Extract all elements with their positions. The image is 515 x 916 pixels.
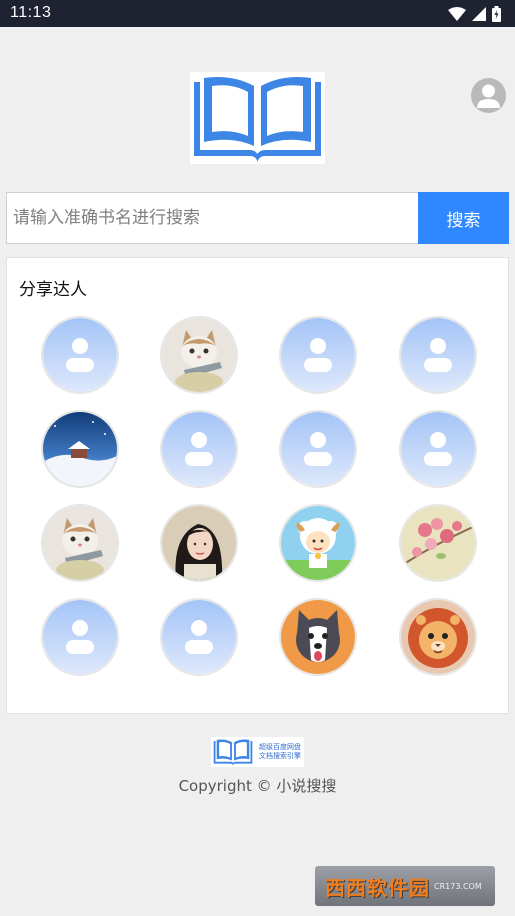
status-time: 11:13 (10, 4, 52, 21)
open-book-icon (194, 77, 321, 162)
user-avatar-snow[interactable] (41, 410, 119, 488)
user-avatar-default[interactable] (41, 316, 119, 394)
user-avatar-default[interactable] (160, 410, 238, 488)
user-avatar-husky[interactable] (279, 598, 357, 676)
user-avatar-button[interactable] (471, 78, 506, 113)
footer-logo-caption: 文档搜索引擎 (259, 752, 301, 760)
user-avatar-default[interactable] (279, 316, 357, 394)
user-avatar-default[interactable] (160, 598, 238, 676)
user-avatar-default[interactable] (279, 410, 357, 488)
user-avatar-cat[interactable] (41, 504, 119, 582)
user-avatar-lion[interactable] (399, 598, 477, 676)
wifi-icon (448, 6, 466, 21)
user-avatar-default[interactable] (41, 598, 119, 676)
status-bar: 11:13 (0, 0, 515, 27)
footer-logo: 超级百度网盘 文档搜索引擎 (211, 737, 304, 767)
search-input[interactable] (6, 192, 418, 244)
watermark-sub: CR173.COM (434, 881, 482, 891)
battery-icon (492, 5, 501, 22)
user-avatar-flower[interactable] (399, 504, 477, 582)
user-avatar-default[interactable] (399, 316, 477, 394)
user-avatar-cat[interactable] (160, 316, 238, 394)
search-bar: 搜索 (6, 192, 509, 244)
signal-icon (472, 6, 486, 21)
user-avatar-sheep[interactable] (279, 504, 357, 582)
watermark: 西西软件园 CR173.COM (315, 866, 495, 906)
app-logo (190, 72, 325, 164)
share-section: 分享达人 (6, 257, 509, 714)
user-avatar-default[interactable] (399, 410, 477, 488)
watermark-text: 西西软件园 (325, 875, 430, 900)
user-avatar-girl[interactable] (160, 504, 238, 582)
section-title: 分享达人 (19, 280, 87, 300)
search-button[interactable]: 搜索 (418, 192, 509, 244)
copyright-text: Copyright © 小说搜搜 (178, 777, 337, 795)
person-icon (477, 84, 500, 108)
footer-logo-caption: 超级百度网盘 (259, 743, 301, 751)
open-book-icon (213, 739, 253, 766)
